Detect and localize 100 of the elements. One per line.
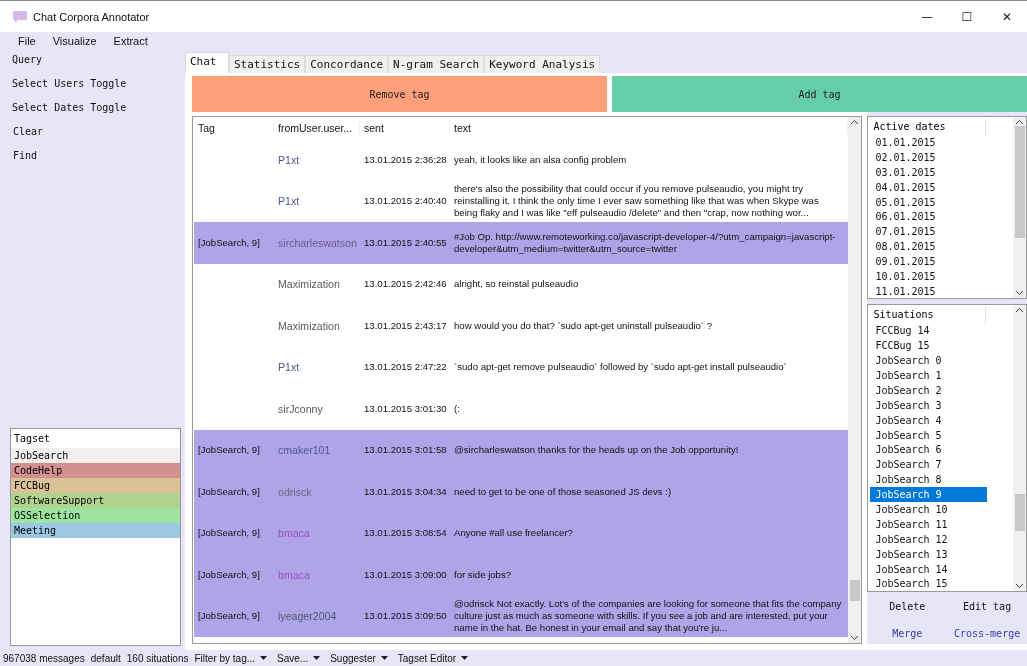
table-cell-text: 13.01.2015 3:09:00 <box>363 568 448 581</box>
list-item[interactable]: 09.01.2015 <box>870 254 987 269</box>
scroll-up-icon[interactable] <box>851 120 859 124</box>
table-row[interactable]: [JobSearch, 9] cmaker101 13.01.2015 3:01:58 @sircharleswatson thanks for the heads up on the Job opportunity! <box>194 429 849 471</box>
tab[interactable]: N-gram Search <box>388 55 485 73</box>
list-item[interactable]: JobSearch 7 <box>870 457 987 473</box>
list-item[interactable]: FCCBug 15 <box>870 338 987 354</box>
table-cell-text: there's also the possibility that could occur if you remove pulseaudio, you might try reinstalling it. I think the only time I ever saw something like that was when Skype was being flaky and I was like "eff pulseaudio /delete" and then "crap, now nothing wor... <box>453 183 820 220</box>
scrollbar[interactable] <box>1013 117 1026 299</box>
list-item[interactable]: JobSearch 9 <box>870 487 987 502</box>
scroll-down-icon[interactable] <box>851 636 859 640</box>
table-cell-text: 13.01.2015 2:43:17 <box>363 319 448 332</box>
table-row[interactable]: [JobSearch, 9] bmaca 13.01.2015 3:09:00 for side jobs? <box>194 554 849 596</box>
sidebar-action[interactable]: Select Dates Toggle <box>10 100 127 124</box>
table-row[interactable] <box>194 595 849 637</box>
scroll-down-icon[interactable] <box>1016 291 1023 296</box>
column-header[interactable]: fromUser.user... <box>274 122 360 134</box>
status-dropdown[interactable]: Save... <box>277 652 321 664</box>
list-item[interactable]: 04.01.2015 <box>870 179 987 195</box>
table-cell-text: sircharleswatson <box>277 236 358 249</box>
sidebar-action[interactable]: Find <box>10 148 38 172</box>
column-header[interactable]: sent <box>360 122 450 134</box>
list-item[interactable]: JobSearch 6 <box>870 442 987 458</box>
list-item[interactable]: 01.01.2015 <box>870 135 987 150</box>
close-button[interactable]: ✕ <box>987 9 1027 24</box>
tab[interactable]: Keyword Analysis <box>484 55 601 73</box>
tab[interactable]: Concordance <box>305 55 389 73</box>
menu-item[interactable]: Extract <box>113 35 148 50</box>
list-item[interactable]: JobSearch 5 <box>870 427 987 443</box>
list-item[interactable]: JobSearch 3 <box>870 397 987 413</box>
status-text: default <box>90 652 121 664</box>
tag-item[interactable]: FCCBug <box>11 478 180 493</box>
tab[interactable]: Chat <box>185 52 229 73</box>
menu-item[interactable]: File <box>18 35 36 50</box>
remove-tag-button[interactable]: Remove tag <box>192 76 607 112</box>
scroll-up-icon[interactable] <box>1016 308 1023 313</box>
chat-bubble-icon <box>13 10 27 23</box>
table-cell-text: need to get to be one of those seasoned JS devs :) <box>453 485 673 498</box>
list-item[interactable]: JobSearch 15 <box>870 576 987 591</box>
column-header[interactable]: Tag <box>194 122 274 134</box>
tag-item[interactable]: SoftwareSupport <box>11 493 180 508</box>
status-dropdown[interactable]: Filter by tag... <box>194 652 268 664</box>
tag-item[interactable]: OSSelection <box>11 508 180 523</box>
link[interactable]: Cross-merge <box>950 626 1024 641</box>
add-tag-button[interactable]: Add tag <box>612 76 1027 112</box>
scroll-thumb[interactable] <box>1015 126 1025 239</box>
list-item[interactable]: JobSearch 4 <box>870 412 987 428</box>
tag-item[interactable]: JobSearch <box>11 448 180 463</box>
list-item[interactable]: 08.01.2015 <box>870 239 987 255</box>
list-item[interactable]: JobSearch 14 <box>870 561 987 577</box>
table-cell-text: 13.01.2015 2:40:55 <box>363 236 448 249</box>
list-item[interactable]: 03.01.2015 <box>870 164 987 180</box>
table-cell-text: 13.01.2015 2:42:46 <box>363 278 448 291</box>
list-item[interactable]: JobSearch 12 <box>870 531 987 547</box>
scroll-thumb[interactable] <box>850 579 861 601</box>
list-item[interactable]: JobSearch 10 <box>870 501 987 517</box>
table-row[interactable]: [JobSearch, 9] odrisck 13.01.2015 3:04:34 need to get to be one of those seasoned JS devs :) <box>194 471 849 513</box>
list-item[interactable]: 11.01.2015 <box>870 283 987 299</box>
maximize-button[interactable]: ☐ <box>947 9 987 24</box>
table-cell-text: Maximization <box>277 319 341 332</box>
list-item[interactable]: JobSearch 0 <box>870 353 987 368</box>
status-dropdown[interactable]: Tagset Editor <box>397 652 469 664</box>
list-item[interactable]: JobSearch 8 <box>870 472 987 488</box>
tab[interactable]: Statistics <box>229 55 306 73</box>
scrollbar[interactable] <box>1013 305 1026 591</box>
table-cell-text: alright, so reinstal pulseaudio <box>453 278 580 291</box>
table-cell-text: #Job Op. http://www.remoteworking.co/javascript-developer-4/?utm_campaign=javascript-developer&utm_medium=twitter&utm_source=twitter <box>453 230 837 255</box>
table-cell-text: 13.01.2015 3:04:34 <box>363 485 448 498</box>
scroll-down-icon[interactable] <box>1016 584 1023 588</box>
caret-icon <box>461 656 469 660</box>
status-dropdown[interactable]: Suggester <box>330 652 388 664</box>
sidebar-action[interactable]: Select Users Toggle <box>10 76 127 100</box>
list-item[interactable]: JobSearch 1 <box>870 367 987 383</box>
sidebar-action[interactable]: Query <box>10 52 43 76</box>
list-item[interactable]: 07.01.2015 <box>870 224 987 240</box>
list-item[interactable]: 05.01.2015 <box>870 194 987 210</box>
tag-item[interactable]: Meeting <box>11 523 180 538</box>
action-button[interactable]: Delete <box>886 599 929 614</box>
menu-item[interactable]: Visualize <box>52 35 97 50</box>
list-item[interactable]: 10.01.2015 <box>870 269 987 284</box>
caret-icon <box>260 656 268 660</box>
action-button[interactable]: Edit tag <box>960 599 1015 614</box>
status-text: 967038 messages <box>3 652 85 664</box>
scroll-up-icon[interactable] <box>1016 120 1023 124</box>
tag-item[interactable]: CodeHelp <box>11 463 180 478</box>
table-cell-text: bmaca <box>277 568 311 581</box>
sidebar-action[interactable]: Clear <box>10 124 44 148</box>
table-cell-text: iyeager2004 <box>277 610 338 623</box>
table-row[interactable]: [JobSearch, 9] bmaca 13.01.2015 3:08:54 Anyone #all use freelancer? <box>194 512 849 554</box>
list-item[interactable]: JobSearch 2 <box>870 382 987 398</box>
list-item[interactable]: JobSearch 13 <box>870 546 987 562</box>
minimize-button[interactable]: — <box>907 9 947 24</box>
list-item[interactable]: 06.01.2015 <box>870 209 987 225</box>
link[interactable]: Merge <box>889 626 926 641</box>
list-item[interactable]: 02.01.2015 <box>870 149 987 165</box>
list-item[interactable]: FCCBug 14 <box>870 323 987 339</box>
table-row[interactable]: [JobSearch, 9] sircharleswatson 13.01.2015 2:40:55 #Job Op. http://www.remoteworking.co/javascript-developer-4/?utm_campaign=javascript-developer&utm_medium=twitter&utm_source=twitter <box>194 222 849 264</box>
scroll-thumb[interactable] <box>1015 493 1025 531</box>
list-item[interactable]: JobSearch 11 <box>870 516 987 532</box>
scrollbar[interactable] <box>848 117 862 643</box>
